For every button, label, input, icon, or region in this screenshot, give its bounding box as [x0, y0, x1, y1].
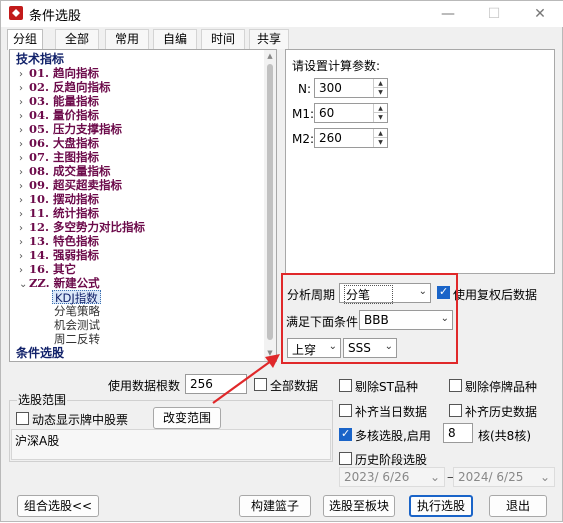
condition-stock-picker-window: 条件选股 — ☐ ✕ 分组 全部 常用 自编 时间 共享 技术指标 › 01. 趋… — [0, 0, 563, 522]
exclude-suspended-label: 剔除停牌品种 — [465, 380, 538, 394]
fill-today-label: 补齐当日数据 — [355, 405, 428, 419]
tree-category[interactable]: › 10. 摆动指标 — [19, 192, 99, 206]
title-bar: 条件选股 — ☐ ✕ — [1, 1, 563, 27]
start-date-picker[interactable]: 2023/ 6/26 ⌄ — [339, 467, 445, 487]
combo-select-button[interactable]: 组合选股<< — [17, 495, 99, 517]
use-adjusted-label: 使用复权后数据 — [453, 288, 538, 302]
tree-category[interactable]: › 16. 其它 — [19, 262, 76, 276]
param-m1-spinner[interactable]: 60 ▲ ▼ — [314, 103, 388, 123]
select-to-sector-button[interactable]: 选股至板块 — [323, 495, 395, 517]
param-label-m2: M2: — [292, 132, 315, 146]
multicore-checkbox[interactable] — [339, 427, 352, 441]
parameter-panel: 请设置计算参数: N: 300 ▲ ▼ M1: 60 ▲ ▼ M2: 260 ▲… — [285, 49, 555, 274]
formula-tree[interactable]: 技术指标 › 01. 趋向指标 › 02. 反趋向指标 › 03. 能量指标 › 04.… — [9, 49, 277, 362]
chevron-down-icon: ⌄ — [19, 279, 28, 290]
tree-category[interactable]: › 12. 多空势力对比指标 — [19, 220, 145, 234]
exclude-st-label: 剔除ST品种 — [355, 380, 418, 394]
build-basket-button[interactable]: 构建篮子 — [239, 495, 311, 517]
highlight-annotation-box — [281, 273, 458, 364]
scope-value-box[interactable]: 沪深A股 — [11, 429, 331, 460]
dynamic-display-label: 动态显示牌中股票 — [32, 413, 129, 427]
param-label-n: N: — [298, 82, 312, 96]
tab-time[interactable]: 时间 — [201, 29, 245, 49]
fill-history-checkbox[interactable] — [449, 404, 462, 417]
tree-item[interactable]: 周二反转 — [54, 332, 100, 346]
multicore-count-input[interactable]: 8 — [443, 423, 473, 443]
tree-item[interactable]: 机会测试 — [54, 318, 100, 332]
multicore-suffix: 核(共8核) — [478, 429, 531, 443]
exit-button[interactable]: 退出 — [489, 495, 547, 517]
window-title: 条件选股 — [29, 9, 82, 24]
spin-down-icon[interactable]: ▼ — [373, 138, 387, 147]
tab-custom[interactable]: 自编 — [153, 29, 197, 49]
tab-common[interactable]: 常用 — [105, 29, 149, 49]
history-stage-checkbox[interactable] — [339, 452, 352, 465]
tab-shared[interactable]: 共享 — [249, 29, 289, 49]
all-data-label: 全部数据 — [270, 379, 319, 393]
scope-title: 选股范围 — [17, 391, 68, 408]
data-count-input[interactable]: 256 — [185, 374, 247, 394]
tree-category[interactable]: › 04. 量价指标 — [19, 108, 99, 122]
param-m2-value: 260 — [319, 131, 342, 145]
maximize-icon: ☐ — [487, 6, 501, 22]
tree-category[interactable]: › 05. 压力支撑指标 — [19, 122, 122, 136]
tab-group[interactable]: 分组 — [7, 29, 43, 50]
tree-category[interactable]: › 06. 大盘指标 — [19, 136, 99, 150]
exclude-suspended-checkbox[interactable] — [449, 379, 462, 392]
scroll-down-icon[interactable]: ▼ — [264, 349, 276, 357]
tree-item-kdj[interactable]: KDJ指数 — [52, 290, 101, 305]
dynamic-display-checkbox[interactable] — [16, 412, 29, 425]
param-n-value: 300 — [319, 81, 342, 95]
history-stage-label: 历史阶段选股 — [355, 453, 428, 467]
tree-scrollbar[interactable]: ▲ ▼ — [264, 50, 276, 361]
tree-category[interactable]: › 07. 主图指标 — [19, 150, 99, 164]
tree-category-custom[interactable]: ⌄ ZZ. 新建公式 — [19, 276, 100, 290]
param-heading: 请设置计算参数: — [292, 59, 381, 73]
chevron-down-icon: ⌄ — [430, 470, 441, 484]
exclude-st-checkbox[interactable] — [339, 379, 352, 392]
data-count-label: 使用数据根数 — [108, 379, 181, 393]
execute-select-button[interactable]: 执行选股 — [409, 495, 473, 517]
spin-down-icon[interactable]: ▼ — [373, 88, 387, 97]
chevron-down-icon: ⌄ — [540, 470, 551, 484]
tree-category[interactable]: › 03. 能量指标 — [19, 94, 99, 108]
spin-up-icon[interactable]: ▲ — [373, 79, 387, 88]
param-m2-spinner[interactable]: 260 ▲ ▼ — [314, 128, 388, 148]
close-icon[interactable]: ✕ — [517, 1, 563, 27]
scroll-thumb[interactable] — [267, 64, 273, 340]
tab-all[interactable]: 全部 — [55, 29, 99, 49]
fill-today-checkbox[interactable] — [339, 404, 352, 417]
param-m1-value: 60 — [319, 106, 335, 120]
tree-category[interactable]: › 14. 强弱指标 — [19, 248, 99, 262]
tree-category[interactable]: › 01. 趋向指标 — [19, 66, 99, 80]
multicore-label: 多核选股,启用 — [355, 429, 431, 443]
spin-down-icon[interactable]: ▼ — [373, 113, 387, 122]
tree-category[interactable]: › 09. 超买超卖指标 — [19, 178, 122, 192]
app-logo-icon — [9, 6, 23, 20]
tree-category[interactable]: › 11. 统计指标 — [19, 206, 99, 220]
spin-up-icon[interactable]: ▲ — [373, 104, 387, 113]
tree-root-technical[interactable]: 技术指标 — [16, 52, 64, 66]
tree-root-picker[interactable]: 条件选股 — [16, 346, 64, 360]
change-scope-button[interactable]: 改变范围 — [153, 407, 221, 429]
minimize-icon[interactable]: — — [425, 1, 471, 27]
all-data-checkbox[interactable] — [254, 378, 267, 391]
param-label-m1: M1: — [292, 107, 315, 121]
fill-history-label: 补齐历史数据 — [465, 405, 538, 419]
scroll-up-icon[interactable]: ▲ — [264, 52, 276, 60]
tree-category[interactable]: › 13. 特色指标 — [19, 234, 99, 248]
spin-up-icon[interactable]: ▲ — [373, 129, 387, 138]
tree-item[interactable]: 分笔策略 — [54, 304, 100, 318]
end-date-picker[interactable]: 2024/ 6/25 ⌄ — [453, 467, 555, 487]
param-n-spinner[interactable]: 300 ▲ ▼ — [314, 78, 388, 98]
tree-category[interactable]: › 08. 成交量指标 — [19, 164, 111, 178]
tree-category[interactable]: › 02. 反趋向指标 — [19, 80, 111, 94]
